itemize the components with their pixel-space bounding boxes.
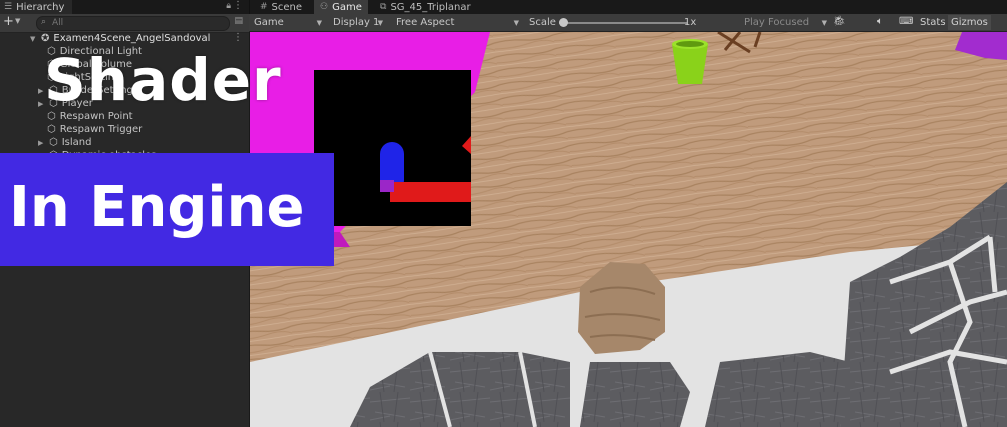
display-mode-value: Game <box>254 17 284 28</box>
display-value: Display 1 <box>333 17 380 28</box>
display-dropdown[interactable]: Display 1 ▼ <box>333 14 385 31</box>
gizmos-label: Gizmos <box>951 17 988 28</box>
hierarchy-toolbar: + ▼ ⌕ ▤ <box>0 14 249 33</box>
shader-graph-icon: ⧉ <box>380 2 387 12</box>
scale-value: 1x <box>684 14 704 31</box>
tab-shader-graph-label: SG_45_Triplanar <box>390 1 471 13</box>
chevron-down-icon[interactable]: ▼ <box>15 17 20 25</box>
tab-hierarchy[interactable]: ☰ Hierarchy <box>0 0 73 14</box>
tab-game-label: Game <box>332 1 362 13</box>
tab-scene-label: Scene <box>271 1 303 13</box>
overlay-title-in-engine: In Engine <box>9 175 305 240</box>
scale-slider-handle[interactable] <box>559 18 568 27</box>
scale-label: Scale <box>529 14 559 31</box>
tab-hierarchy-label: Hierarchy <box>16 1 65 13</box>
lock-icon[interactable]: 🔒︎ <box>226 1 231 11</box>
list-item-label: Island <box>61 137 92 148</box>
list-item[interactable]: ▶ ⬡ Island <box>38 136 92 149</box>
chevron-down-icon: ▼ <box>316 19 322 27</box>
search-icon: ⌕ <box>41 17 47 27</box>
stats-label: Stats <box>920 17 946 28</box>
list-item[interactable]: ⬡ Respawn Trigger <box>47 123 142 136</box>
chevron-down-icon: ▼ <box>513 19 519 27</box>
list-icon: ☰ <box>4 2 13 12</box>
tab-scene[interactable]: # Scene <box>254 0 308 14</box>
overlay-title-shader: Shader <box>44 46 282 114</box>
display-mode-dropdown[interactable]: Game ▼ <box>254 14 324 31</box>
audio-icon[interactable]: 🔈︎ <box>877 16 883 27</box>
list-item-label: Respawn Trigger <box>59 124 143 135</box>
tab-shader-graph[interactable]: ⧉ SG_45_Triplanar <box>374 0 477 14</box>
gamepad-icon: ⚇ <box>320 2 329 12</box>
expand-arrow-icon[interactable]: ▼ <box>30 35 37 43</box>
keyboard-icon[interactable]: ⌨ <box>899 16 913 27</box>
tab-game[interactable]: ⚇ Game <box>314 0 368 14</box>
game-render <box>250 32 1007 427</box>
scale-slider[interactable] <box>559 18 687 27</box>
gameobject-icon: ⬡ <box>47 124 56 135</box>
chevron-down-icon: ▼ <box>377 19 383 27</box>
search-input[interactable] <box>52 17 222 29</box>
chevron-down-icon: ▼ <box>821 19 827 27</box>
search-by-type-icon[interactable]: ▤ <box>234 16 243 26</box>
stats-button[interactable]: Stats <box>917 15 949 30</box>
more-options-icon[interactable]: ⋮ <box>233 0 243 11</box>
game-viewport[interactable] <box>250 32 1007 427</box>
scale-value-text: 1x <box>684 17 697 28</box>
search-field[interactable]: ⌕ <box>36 16 230 31</box>
play-mode-value: Play Focused <box>744 17 810 28</box>
scale-label-text: Scale <box>529 17 556 28</box>
gameobject-icon: ⬡ <box>49 137 58 148</box>
bug-icon[interactable]: 🐞︎ <box>833 16 846 27</box>
play-mode-dropdown[interactable]: Play Focused ▼ <box>744 14 829 31</box>
grid-icon: # <box>260 2 268 12</box>
aspect-value: Free Aspect <box>396 17 455 28</box>
expand-arrow-icon[interactable]: ▶ <box>38 139 45 147</box>
aspect-dropdown[interactable]: Free Aspect ▼ <box>396 14 521 31</box>
view-tabbar: # Scene ⚇ Game ⧉ SG_45_Triplanar <box>249 0 1007 14</box>
gizmos-button[interactable]: Gizmos <box>948 15 991 30</box>
hierarchy-tabbar: ☰ Hierarchy 🔒︎ ⋮ <box>0 0 249 14</box>
add-button[interactable]: + <box>3 15 14 29</box>
game-toolbar: Game ▼ Display 1 ▼ Free Aspect ▼ Scale 1… <box>249 14 1007 32</box>
